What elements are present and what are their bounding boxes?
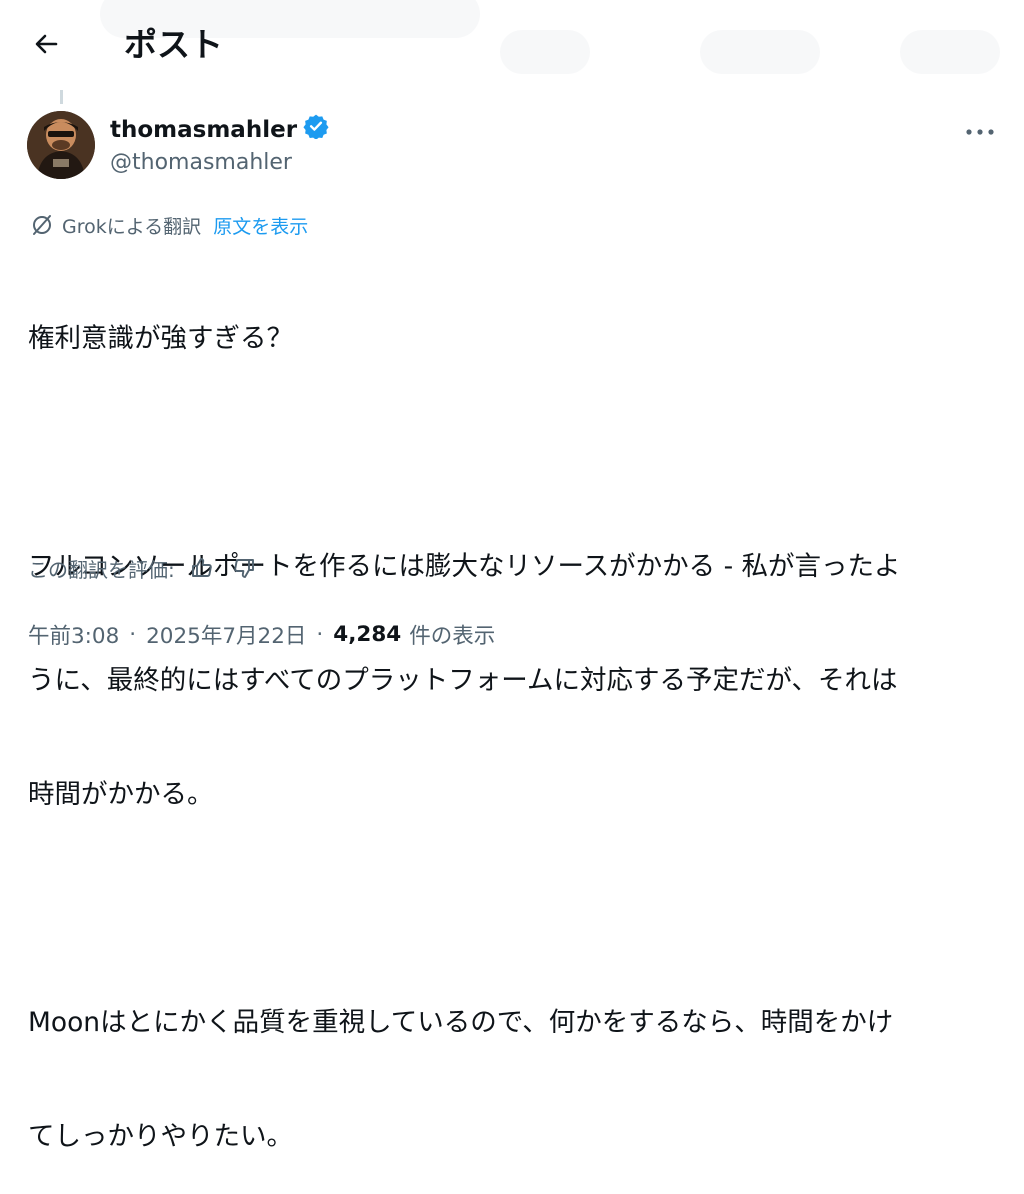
views-label: 件の表示 <box>409 623 496 649</box>
header-bar: ポスト <box>0 0 1024 92</box>
more-horizontal-icon <box>965 121 995 140</box>
translated-by-label: Grokによる翻訳 <box>62 215 202 238</box>
show-original-link[interactable]: 原文を表示 <box>213 212 308 239</box>
more-options-button[interactable] <box>958 112 1002 148</box>
author-handle[interactable]: @thomasmahler <box>110 148 292 178</box>
avatar[interactable] <box>27 111 95 179</box>
thumbs-down-icon <box>232 556 256 580</box>
rate-label: この翻訳を評価: <box>28 557 175 582</box>
blurred-nav-pill <box>500 30 590 74</box>
back-button[interactable] <box>28 28 64 64</box>
tweet-meta: 午前3:08 · 2025年7月22日 · 4,284 件の表示 <box>28 616 495 652</box>
tweet-line: 時間がかかる。 <box>28 779 214 810</box>
separator: · <box>316 621 324 647</box>
thumbs-down-button[interactable] <box>227 551 261 585</box>
thumbs-up-button[interactable] <box>185 551 219 585</box>
post-time[interactable]: 午前3:08 <box>28 619 119 650</box>
rate-translation: この翻訳を評価: <box>28 551 261 585</box>
tweet-text: 権利意識が強すぎる？ フルコンソールポートを作るには膨大なリソースがかかる - … <box>28 244 1008 1194</box>
separator: · <box>129 621 137 647</box>
verified-badge-icon <box>303 113 329 147</box>
tweet-line: 権利意識が強すぎる？ <box>28 323 293 354</box>
thumbs-up-icon <box>190 556 214 580</box>
tweet-line: うに、最終的にはすべてのプラットフォームに対応する予定だが、それは <box>28 665 898 696</box>
tweet-line: てしっかりやりたい。 <box>28 1121 293 1152</box>
blurred-nav-pill <box>900 30 1000 74</box>
display-name-text: thomasmahler <box>110 117 298 143</box>
author-display-name[interactable]: thomasmahler <box>110 113 329 147</box>
translation-info: Grokによる翻訳 原文を表示 <box>30 210 308 240</box>
arrow-left-icon <box>32 30 60 62</box>
page-title: ポスト <box>124 25 223 64</box>
blurred-nav-pill <box>700 30 820 74</box>
views-count: 4,284 <box>333 621 402 647</box>
thread-line <box>60 90 63 104</box>
post-date[interactable]: 2025年7月22日 <box>146 619 306 650</box>
tweet-line: Moonはとにかく品質を重視しているので、何かをするなら、時間をかけ <box>28 1007 894 1038</box>
translate-icon <box>30 213 54 237</box>
